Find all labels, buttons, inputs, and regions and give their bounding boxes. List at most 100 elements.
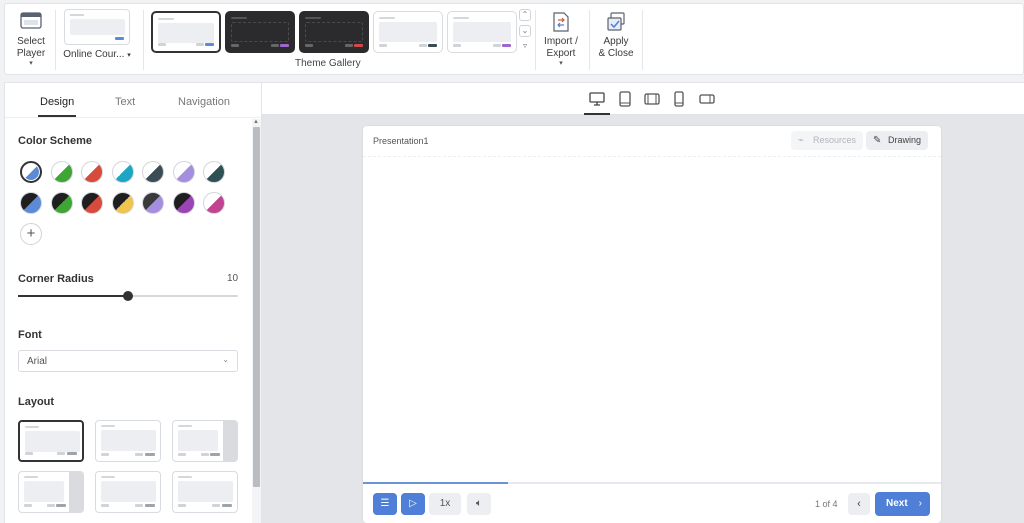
player-template-dropdown[interactable]: Online Cour... ▾ — [62, 9, 132, 62]
layout-option-sidebar-right[interactable] — [172, 420, 238, 462]
select-player-button[interactable]: Select Player ▾ — [12, 10, 50, 68]
corner-radius-slider-fill — [18, 295, 128, 297]
play-button[interactable]: ▷ — [401, 493, 425, 515]
prev-button[interactable]: ‹ — [848, 493, 870, 515]
scroll-up-arrow-icon[interactable]: ▲ — [253, 119, 259, 125]
drawing-icon: ✎ — [873, 135, 882, 146]
drawing-label: Drawing — [888, 135, 922, 145]
speaker-icon: 🔈︎ — [476, 498, 482, 509]
corner-radius-slider[interactable] — [18, 291, 238, 301]
color-scheme-swatch[interactable] — [111, 161, 134, 183]
player-window-icon — [20, 12, 42, 29]
apply-close-label-1: Apply — [603, 36, 629, 47]
progress-bar-fill — [363, 482, 508, 484]
design-panel: Design Text Navigation Color Scheme + Co… — [4, 82, 262, 523]
presentation-title: Presentation1 — [373, 136, 429, 146]
layout-option-standard[interactable] — [18, 420, 84, 462]
next-label: Next — [886, 498, 908, 509]
separator — [589, 10, 590, 70]
next-button[interactable]: Next › — [875, 492, 930, 516]
progress-bar[interactable] — [363, 482, 941, 484]
color-scheme-swatch[interactable] — [20, 161, 42, 183]
ribbon-toolbar: Select Player ▾ Online Cour... ▾ ⌃ ⌄ ▿ T… — [4, 3, 1024, 75]
color-scheme-swatch[interactable] — [203, 161, 225, 183]
font-select-value: Arial — [27, 356, 48, 367]
import-export-label-1: Import / — [544, 36, 578, 47]
drawing-button[interactable]: ✎ Drawing — [866, 131, 929, 150]
caret-down-icon: ▾ — [127, 52, 131, 59]
playback-speed-button[interactable]: 1x — [429, 493, 461, 515]
play-icon: ▷ — [409, 498, 417, 509]
phone-landscape-icon[interactable] — [698, 91, 716, 107]
active-tab-indicator — [38, 115, 76, 117]
theme-thumbnail-dark-red[interactable] — [299, 11, 369, 53]
volume-button[interactable]: 🔈︎ — [467, 493, 491, 515]
corner-radius-title: Corner Radius — [18, 273, 94, 285]
menu-button[interactable]: ☰ — [373, 493, 397, 515]
font-select[interactable]: Arial ⌄ — [18, 350, 238, 372]
color-scheme-swatch[interactable] — [50, 161, 73, 183]
add-color-scheme-button[interactable]: + — [20, 223, 42, 245]
page-indicator: 1 of 4 — [815, 499, 838, 509]
tab-navigation[interactable]: Navigation — [178, 96, 230, 108]
tabs-divider — [5, 117, 261, 118]
select-player-label-2: Player — [16, 48, 46, 59]
caret-down-icon: ▾ — [559, 60, 563, 67]
tab-design[interactable]: Design — [40, 96, 74, 108]
device-preview-bar — [262, 82, 1024, 115]
color-scheme-swatch[interactable] — [111, 192, 134, 214]
panel-scrollbar[interactable]: ▲ — [252, 119, 261, 523]
font-title: Font — [18, 329, 42, 341]
chevron-right-icon: › — [918, 498, 922, 509]
playback-speed-label: 1x — [439, 498, 451, 509]
desktop-icon[interactable] — [588, 91, 606, 107]
resources-button[interactable]: ⌁ Resources — [791, 131, 864, 150]
tab-text[interactable]: Text — [115, 96, 135, 108]
apply-close-button[interactable]: Apply & Close — [595, 10, 637, 60]
theme-thumbnail-light-violet[interactable] — [447, 11, 517, 53]
color-scheme-swatch[interactable] — [81, 161, 103, 183]
separator — [55, 10, 56, 70]
corner-radius-value: 10 — [227, 273, 239, 284]
slide-header-divider — [363, 156, 941, 157]
plus-icon: + — [26, 225, 36, 242]
layout-option-standard[interactable] — [172, 471, 238, 513]
gallery-expand-button[interactable]: ▿ — [519, 41, 531, 53]
gallery-scroll-up-button[interactable]: ⌃ — [519, 9, 531, 21]
corner-radius-slider-handle[interactable] — [123, 291, 133, 301]
tablet-portrait-icon[interactable] — [616, 91, 634, 107]
list-icon: ☰ — [380, 498, 390, 509]
gallery-scroll-down-button[interactable]: ⌄ — [519, 25, 531, 37]
resources-label: Resources — [813, 135, 857, 145]
color-scheme-swatch[interactable] — [172, 161, 195, 183]
select-player-label-1: Select — [17, 36, 45, 47]
color-scheme-swatch[interactable] — [172, 192, 195, 214]
color-scheme-swatch[interactable] — [20, 192, 42, 214]
color-scheme-swatch[interactable] — [203, 192, 225, 214]
tablet-landscape-icon[interactable] — [643, 91, 661, 107]
import-export-icon — [553, 12, 569, 32]
theme-thumbnail-light-blue[interactable] — [151, 11, 221, 53]
theme-thumbnail-dark-purple[interactable] — [225, 11, 295, 53]
color-scheme-swatch[interactable] — [142, 192, 164, 214]
import-export-button[interactable]: Import / Export ▾ — [540, 10, 582, 68]
panel-scrollbar-thumb[interactable] — [253, 127, 260, 487]
separator — [642, 10, 643, 70]
player-template-label: Online Cour... — [63, 49, 125, 60]
player-template-thumbnail — [64, 9, 130, 45]
phone-portrait-icon[interactable] — [670, 91, 688, 107]
color-scheme-swatch[interactable] — [142, 161, 164, 183]
chevron-down-icon: ⌄ — [222, 355, 229, 364]
layout-option-standard[interactable] — [95, 471, 161, 513]
theme-gallery-label: Theme Gallery — [295, 58, 361, 69]
color-scheme-title: Color Scheme — [18, 135, 92, 147]
paperclip-icon: ⌁ — [798, 135, 805, 146]
layout-option-standard[interactable] — [95, 420, 161, 462]
theme-thumbnail-light-slate[interactable] — [373, 11, 443, 53]
separator — [535, 10, 536, 70]
color-scheme-swatch[interactable] — [50, 192, 73, 214]
apply-close-icon — [607, 12, 625, 31]
chevron-left-icon: ‹ — [857, 498, 861, 510]
layout-option-sidebar-right[interactable] — [18, 471, 84, 513]
color-scheme-swatch[interactable] — [81, 192, 103, 214]
